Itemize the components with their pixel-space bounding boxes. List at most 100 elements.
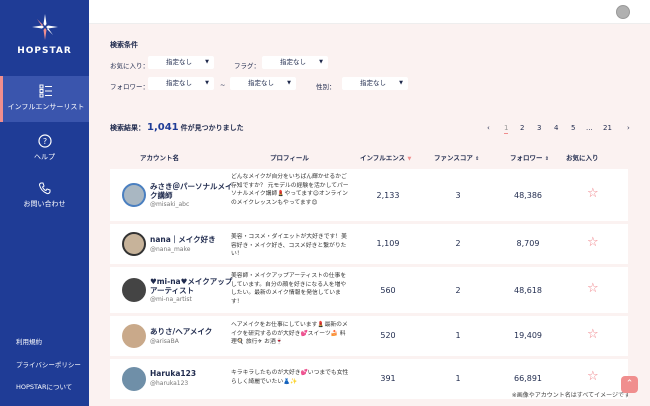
pager-page-2[interactable]: 2 bbox=[520, 124, 524, 132]
profile-text: キラキラしたものが大好き💕いつまでも女性らしく綺麗でいたい👗✨ bbox=[231, 370, 349, 385]
nav-label: ヘルプ bbox=[34, 153, 55, 161]
fanscore-value: 1 bbox=[455, 331, 461, 340]
sidebar: HOPSTAR インフルエンサーリスト ? ヘルプ お問い合わせ 利用規約 プラ… bbox=[0, 0, 89, 406]
avatar bbox=[122, 324, 146, 348]
svg-text:?: ? bbox=[42, 137, 46, 146]
chevron-up-icon: ⌃ bbox=[625, 379, 634, 389]
results-prefix: 検索結果： bbox=[110, 124, 145, 132]
influence-value: 391 bbox=[380, 374, 396, 383]
table-row[interactable]: ありさ/ヘアメイク @arisaBA ヘアメイクをお仕事にしています💄最新のメイ… bbox=[110, 316, 628, 356]
privacy-link[interactable]: プライバシーポリシー bbox=[16, 359, 81, 369]
results-summary: 検索結果： 1,041 件が見つかりました bbox=[110, 122, 244, 133]
profile-text: 美容師・メイクアップアーティストの仕事をしています。自分の顔を好きになる人を増や… bbox=[231, 273, 347, 305]
col-fanscore[interactable]: ファンスコア ⇕ bbox=[434, 152, 479, 162]
select-value: 指定なし bbox=[360, 79, 386, 87]
influence-value: 2,133 bbox=[376, 191, 400, 200]
fanscore-value: 2 bbox=[455, 286, 461, 295]
nav-label: お問い合わせ bbox=[23, 200, 66, 208]
about-link[interactable]: HOPSTARについて bbox=[16, 381, 72, 391]
pager-prev[interactable]: ‹ bbox=[487, 124, 490, 132]
pager-next[interactable]: › bbox=[627, 124, 630, 132]
select-value: 指定なし bbox=[280, 58, 306, 66]
col-label: インフルエンス bbox=[360, 154, 406, 162]
avatar bbox=[122, 367, 146, 391]
table-row[interactable]: nana｜メイク好き @nana_make 美容・コスメ・ダイエットが大好きです… bbox=[110, 224, 628, 264]
account-handle: @mi-na_artist bbox=[150, 296, 192, 303]
account-handle: @misaki_abc bbox=[150, 201, 190, 208]
account-handle: @haruka123 bbox=[150, 380, 189, 387]
pager-page-3[interactable]: 3 bbox=[537, 124, 541, 132]
select-value: 指定なし bbox=[166, 79, 192, 87]
favorite-star-icon[interactable]: ☆ bbox=[587, 235, 599, 250]
pager-page-1[interactable]: 1 bbox=[504, 124, 509, 134]
col-label: フォロワー bbox=[510, 154, 543, 162]
favorite-select[interactable]: 指定なし ▼ bbox=[148, 56, 214, 69]
nav-influencer-list[interactable]: インフルエンサーリスト bbox=[0, 76, 89, 122]
flag-select[interactable]: 指定なし ▼ bbox=[262, 56, 328, 69]
col-account: アカウント名 bbox=[140, 154, 179, 162]
account-name: nana｜メイク好き bbox=[150, 235, 216, 244]
favorite-label: お気に入り： bbox=[110, 62, 149, 70]
followers-value: 48,386 bbox=[514, 191, 542, 200]
follower-label: フォロワー： bbox=[110, 83, 149, 91]
pager-ellipsis: ... bbox=[586, 124, 593, 132]
influence-value: 560 bbox=[380, 286, 396, 295]
table-header: アカウント名 プロフィール インフルエンス ▼ ファンスコア ⇕ フォロワー ⇕… bbox=[110, 148, 628, 166]
col-influence[interactable]: インフルエンス ▼ bbox=[360, 152, 411, 162]
col-profile: プロフィール bbox=[270, 154, 309, 162]
caret-down-icon: ▼ bbox=[205, 59, 209, 65]
flag-label: フラグ： bbox=[234, 62, 260, 70]
nav-contact[interactable]: お問い合わせ bbox=[0, 181, 89, 209]
account-name: ♥mi-na♥メイクアップアーティスト bbox=[150, 277, 233, 295]
phone-icon bbox=[38, 182, 50, 195]
brand-name: HOPSTAR bbox=[17, 46, 72, 56]
nav-help[interactable]: ? ヘルプ bbox=[0, 134, 89, 162]
account-name: Haruka123 bbox=[150, 369, 197, 378]
fanscore-value: 3 bbox=[455, 191, 461, 200]
caret-down-icon: ▼ bbox=[399, 80, 403, 86]
follower-max-select[interactable]: 指定なし ▼ bbox=[230, 77, 296, 90]
account-handle: @arisaBA bbox=[150, 338, 179, 345]
scroll-top-button[interactable]: ⌃ bbox=[621, 376, 638, 393]
favorite-star-icon[interactable]: ☆ bbox=[587, 369, 599, 384]
caret-down-icon: ▼ bbox=[319, 59, 323, 65]
caret-down-icon: ▼ bbox=[287, 80, 291, 86]
sort-icon: ⇕ bbox=[544, 156, 549, 162]
gender-label: 性別： bbox=[316, 83, 336, 91]
fanscore-value: 1 bbox=[455, 374, 461, 383]
col-label: ファンスコア bbox=[434, 154, 473, 162]
range-separator: ~ bbox=[220, 81, 226, 89]
favorite-star-icon[interactable]: ☆ bbox=[587, 281, 599, 296]
influence-value: 1,109 bbox=[376, 239, 400, 248]
user-avatar[interactable] bbox=[616, 5, 630, 19]
image-note: ※画像やアカウント名はすべてイメージです bbox=[511, 392, 630, 399]
favorite-star-icon[interactable]: ☆ bbox=[587, 327, 599, 342]
col-followers[interactable]: フォロワー ⇕ bbox=[510, 152, 549, 162]
list-icon bbox=[39, 84, 52, 98]
results-count: 1,041 bbox=[147, 122, 179, 133]
results-suffix: 件が見つかりました bbox=[180, 124, 244, 132]
followers-value: 19,409 bbox=[514, 331, 542, 340]
followers-value: 8,709 bbox=[516, 239, 540, 248]
influence-value: 520 bbox=[380, 331, 396, 340]
account-name: みさき＠パーソナルメイク講師 bbox=[150, 182, 233, 200]
table-row[interactable]: ♥mi-na♥メイクアップアーティスト @mi-na_artist 美容師・メイ… bbox=[110, 267, 628, 313]
brand-logo[interactable]: HOPSTAR bbox=[0, 12, 89, 56]
profile-text: どんなメイクが自分をいちばん輝かせるかご存知ですか？ 元モデルの経験を活かしてパ… bbox=[231, 174, 349, 206]
pager-page-21[interactable]: 21 bbox=[603, 124, 612, 132]
select-value: 指定なし bbox=[166, 58, 192, 66]
filters-title: 検索条件 bbox=[110, 41, 138, 49]
profile-text: 美容・コスメ・ダイエットが大好きです！美容好き・メイク好き、コスメ好きと繋がりた… bbox=[231, 234, 347, 257]
follower-min-select[interactable]: 指定なし ▼ bbox=[148, 77, 214, 90]
table-row[interactable]: みさき＠パーソナルメイク講師 @misaki_abc どんなメイクが自分をいちば… bbox=[110, 169, 628, 221]
favorite-star-icon[interactable]: ☆ bbox=[587, 186, 599, 201]
sort-down-icon: ▼ bbox=[407, 156, 412, 162]
select-value: 指定なし bbox=[248, 79, 274, 87]
account-name: ありさ/ヘアメイク bbox=[150, 327, 213, 336]
followers-value: 48,618 bbox=[514, 286, 542, 295]
account-handle: @nana_make bbox=[150, 246, 191, 253]
gender-select[interactable]: 指定なし ▼ bbox=[342, 77, 408, 90]
pager-page-4[interactable]: 4 bbox=[554, 124, 558, 132]
pager-page-5[interactable]: 5 bbox=[571, 124, 575, 132]
terms-link[interactable]: 利用規約 bbox=[16, 336, 42, 346]
